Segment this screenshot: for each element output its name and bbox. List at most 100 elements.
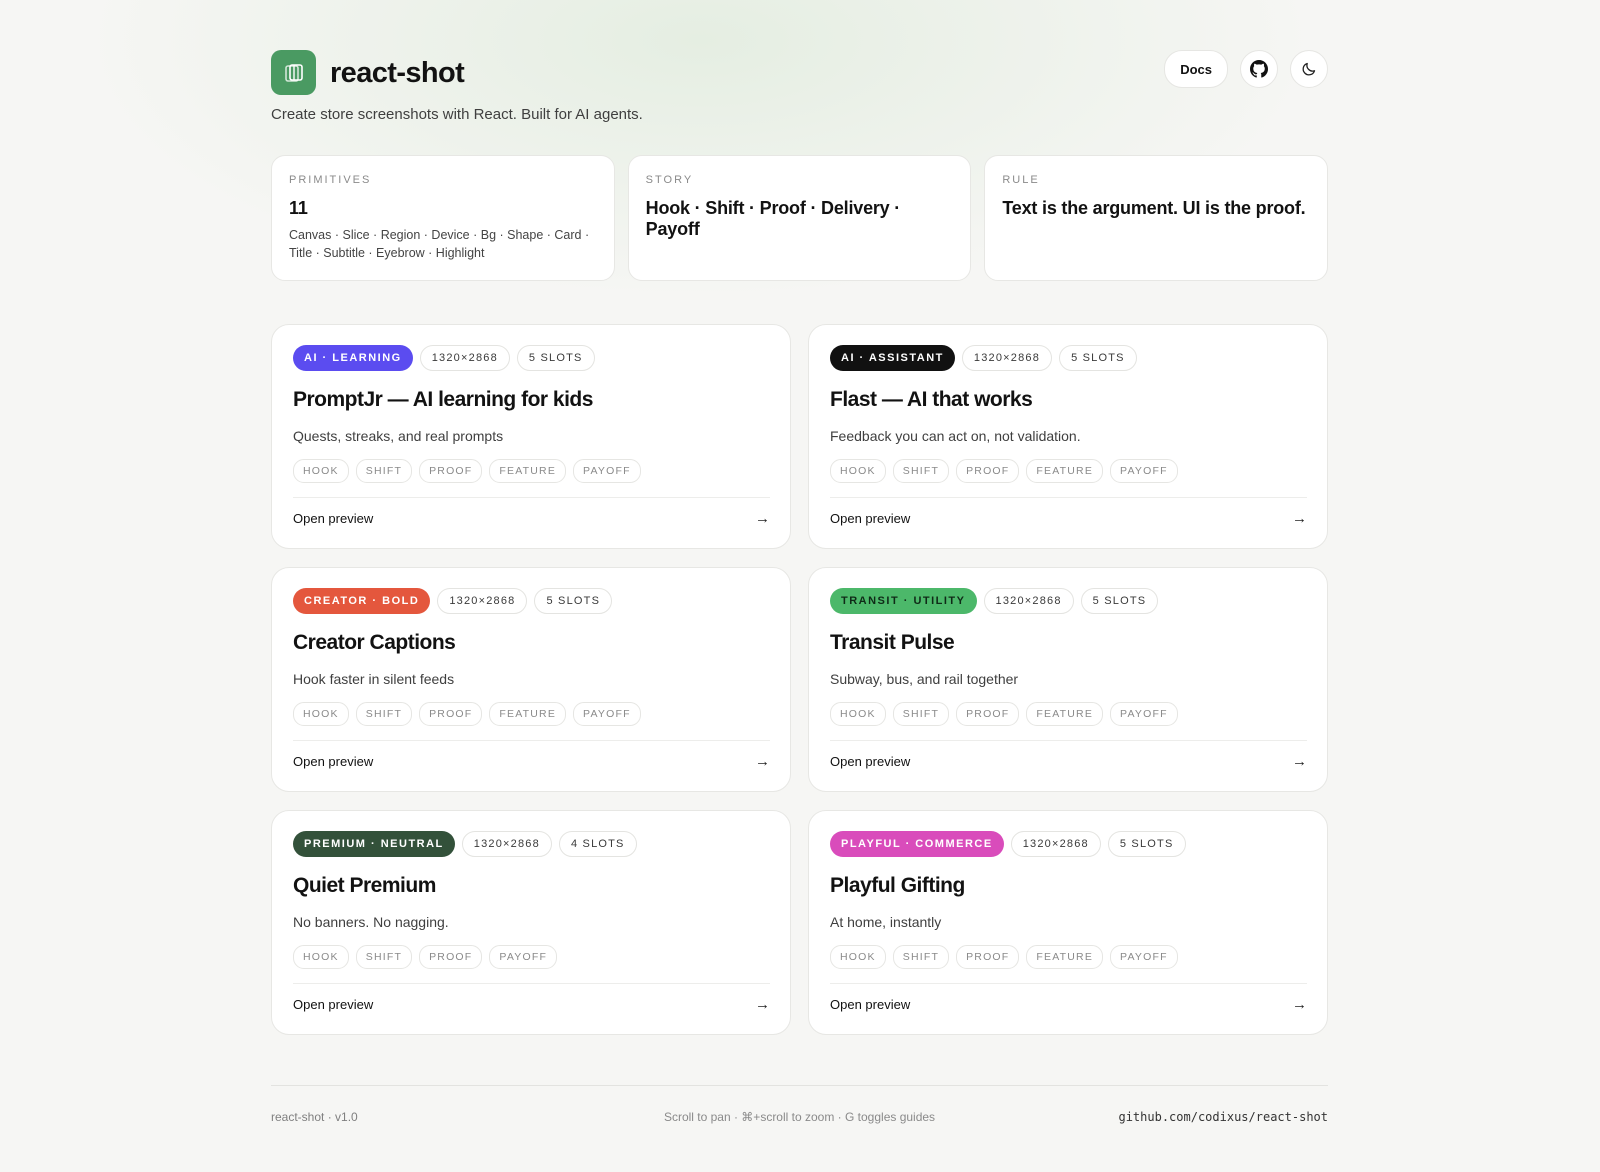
stat-card-rule: RULE Text is the argument. UI is the pro… [984,155,1329,281]
story-tags: HOOK SHIFT PROOF FEATURE PAYOFF [830,702,1307,726]
theme-toggle-button[interactable] [1290,50,1328,88]
category-badge: PREMIUM · NEUTRAL [293,831,455,857]
moon-icon [1302,62,1316,76]
docs-button[interactable]: Docs [1164,50,1228,88]
slots-badge: 5 SLOTS [1107,831,1186,857]
story-tag: PROOF [419,702,483,726]
slots-badge: 4 SLOTS [558,831,637,857]
card-title: Quiet Premium [293,874,436,897]
open-preview-link[interactable]: Open preview [293,997,373,1012]
category-badge: PLAYFUL · COMMERCE [830,831,1004,857]
stat-sub: Canvas · Slice · Region · Device · Bg · … [289,228,590,260]
tagline: Create store screenshots with React. Bui… [271,106,643,123]
arrow-right-icon[interactable]: → [755,996,770,1013]
footer-repo-link[interactable]: github.com/codixus/react-shot [1118,1110,1328,1124]
story-tag: FEATURE [1026,459,1104,483]
template-card[interactable]: PREMIUM · NEUTRAL 1320×2868 4 SLOTS Quie… [271,810,791,1035]
card-badges: PREMIUM · NEUTRAL 1320×2868 4 SLOTS [293,831,770,857]
story-tag: PAYOFF [573,459,641,483]
arrow-right-icon[interactable]: → [1292,510,1307,527]
stat-label: RULE [1002,174,1040,186]
footer: react-shot · v1.0 Scroll to pan · ⌘+scro… [271,1085,1328,1146]
card-subtitle: Quests, streaks, and real prompts [293,428,504,444]
card-footer[interactable]: Open preview → [830,983,1307,1024]
category-badge: AI · ASSISTANT [830,345,955,371]
card-footer[interactable]: Open preview → [830,497,1307,538]
template-grid: AI · LEARNING 1320×2868 5 SLOTS PromptJr… [271,324,1328,1035]
app-logo-icon[interactable] [271,50,316,95]
story-tag: FEATURE [489,702,567,726]
story-tag: PROOF [956,459,1020,483]
stat-value: Hook · Shift · Proof · Delivery · Payoff [645,198,901,239]
story-tag: PROOF [956,945,1020,969]
story-tag: PROOF [419,945,483,969]
story-tag: PAYOFF [1110,945,1178,969]
story-tag: HOOK [830,459,886,483]
open-preview-link[interactable]: Open preview [293,511,373,526]
card-subtitle: Hook faster in silent feeds [293,671,455,687]
template-card[interactable]: CREATOR · BOLD 1320×2868 5 SLOTS Creator… [271,567,791,792]
story-tag: PAYOFF [489,945,558,969]
template-card[interactable]: TRANSIT · UTILITY 1320×2868 5 SLOTS Tran… [808,567,1328,792]
open-preview-link[interactable]: Open preview [830,511,910,526]
card-badges: AI · LEARNING 1320×2868 5 SLOTS [293,345,770,371]
page: react-shot Create store screenshots with… [271,0,1329,1124]
size-badge: 1320×2868 [961,345,1053,371]
story-tag: FEATURE [1026,702,1104,726]
stats-row: PRIMITIVES 11 Canvas · Slice · Region · … [271,155,1329,281]
card-title: Creator Captions [293,631,456,654]
open-preview-link[interactable]: Open preview [293,754,373,769]
story-tag: FEATURE [1026,945,1104,969]
card-badges: PLAYFUL · COMMERCE 1320×2868 5 SLOTS [830,831,1307,857]
slots-badge: 5 SLOTS [1059,345,1137,371]
size-badge: 1320×2868 [461,831,552,857]
story-tags: HOOK SHIFT PROOF FEATURE PAYOFF [830,945,1307,969]
size-badge: 1320×2868 [437,588,528,614]
github-icon [1250,60,1268,78]
story-tag: PAYOFF [1110,459,1178,483]
category-badge: CREATOR · BOLD [293,588,431,614]
story-tag: SHIFT [892,702,950,726]
story-tags: HOOK SHIFT PROOF FEATURE PAYOFF [293,459,770,483]
template-card[interactable]: AI · ASSISTANT 1320×2868 5 SLOTS Flast —… [808,324,1328,549]
open-preview-link[interactable]: Open preview [830,997,910,1012]
story-tag: PROOF [956,702,1020,726]
card-subtitle: No banners. No nagging. [293,914,449,930]
header: react-shot Create store screenshots with… [271,0,1328,140]
size-badge: 1320×2868 [1010,831,1101,857]
top-actions: Docs [1164,50,1328,88]
story-tag: SHIFT [892,459,950,483]
card-footer[interactable]: Open preview → [293,983,770,1024]
card-footer[interactable]: Open preview → [293,740,770,781]
open-preview-link[interactable]: Open preview [830,754,910,769]
story-tag: SHIFT [892,945,950,969]
arrow-right-icon[interactable]: → [1292,753,1307,770]
card-title: Transit Pulse [830,631,955,654]
size-badge: 1320×2868 [419,345,510,371]
card-title: Flast — AI that works [830,388,1033,411]
stat-label: PRIMITIVES [289,174,372,186]
card-subtitle: Subway, bus, and rail together [830,671,1019,687]
arrow-right-icon[interactable]: → [755,510,770,527]
story-tag: SHIFT [355,702,413,726]
brand-name[interactable]: react-shot [330,54,465,92]
slots-badge: 5 SLOTS [534,588,613,614]
story-tag: SHIFT [355,459,413,483]
story-tags: HOOK SHIFT PROOF FEATURE PAYOFF [293,702,770,726]
arrow-right-icon[interactable]: → [1292,996,1307,1013]
story-tag: HOOK [293,702,349,726]
arrow-right-icon[interactable]: → [755,753,770,770]
card-title: PromptJr — AI learning for kids [293,388,593,411]
template-card[interactable]: AI · LEARNING 1320×2868 5 SLOTS PromptJr… [271,324,791,549]
card-footer[interactable]: Open preview → [293,497,770,538]
story-tag: SHIFT [355,945,413,969]
github-button[interactable] [1240,50,1278,88]
stat-label: STORY [645,174,694,186]
stat-value: 11 [289,198,308,218]
card-subtitle: Feedback you can act on, not validation. [830,428,1081,444]
slots-badge: 5 SLOTS [1080,588,1159,614]
template-card[interactable]: PLAYFUL · COMMERCE 1320×2868 5 SLOTS Pla… [808,810,1328,1035]
story-tag: HOOK [293,459,349,483]
story-tags: HOOK SHIFT PROOF PAYOFF [293,945,770,969]
card-footer[interactable]: Open preview → [830,740,1307,781]
